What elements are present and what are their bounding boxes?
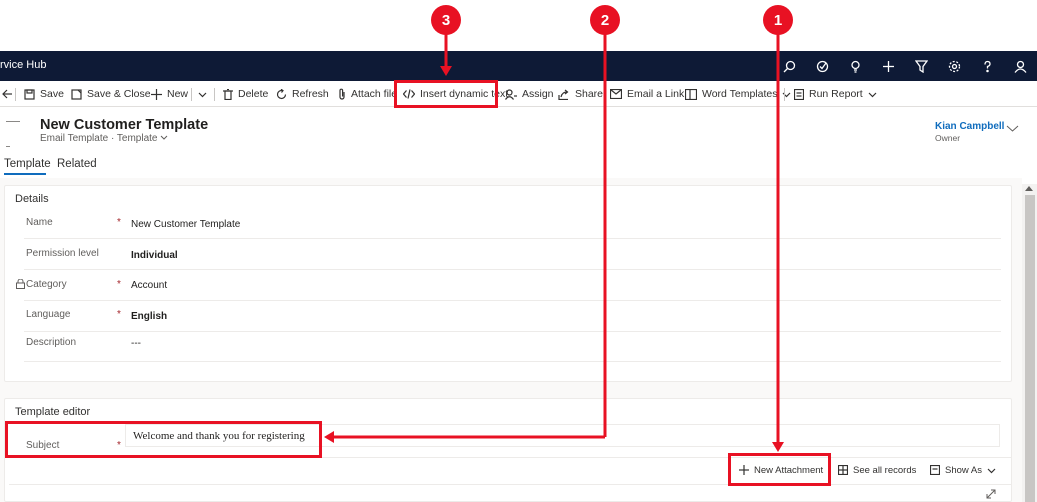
callout-badge-3: 3: [431, 5, 461, 35]
callout-arrows: [324, 33, 784, 452]
callout-badge-2: 2: [590, 5, 620, 35]
callout-badge-1: 1: [763, 5, 793, 35]
